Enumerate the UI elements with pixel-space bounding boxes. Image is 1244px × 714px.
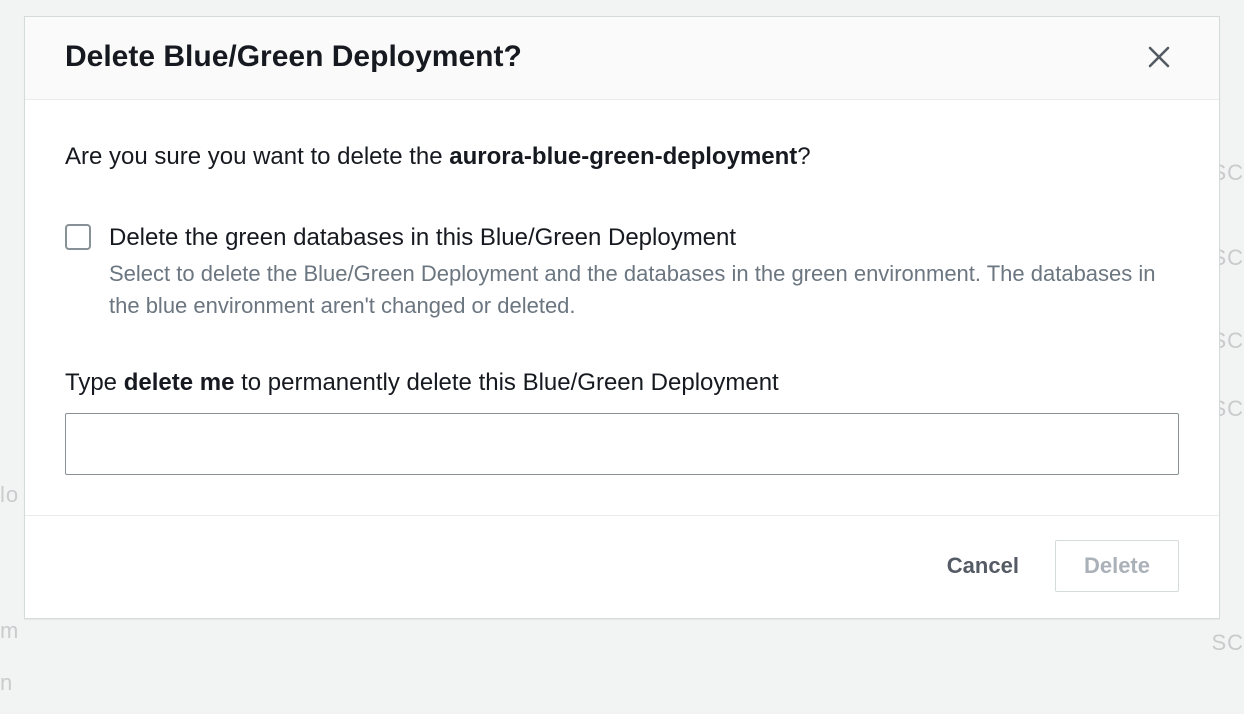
modal-header: Delete Blue/Green Deployment? xyxy=(25,17,1219,100)
cancel-button[interactable]: Cancel xyxy=(939,543,1027,589)
option-text: Delete the green databases in this Blue/… xyxy=(109,222,1179,322)
confirm-prefix: Are you sure you want to delete the xyxy=(65,143,449,170)
modal-body: Are you sure you want to delete the auro… xyxy=(25,100,1219,515)
confirm-phrase-input[interactable] xyxy=(65,413,1179,475)
type-phrase: delete me xyxy=(124,369,235,396)
modal-title: Delete Blue/Green Deployment? xyxy=(65,39,522,75)
deployment-name: aurora-blue-green-deployment xyxy=(449,143,797,170)
confirm-suffix: ? xyxy=(797,143,810,170)
close-icon xyxy=(1145,43,1173,71)
type-prompt-suffix: to permanently delete this Blue/Green De… xyxy=(234,369,778,396)
delete-green-checkbox[interactable] xyxy=(65,224,91,250)
modal-footer: Cancel Delete xyxy=(25,515,1219,618)
option-label: Delete the green databases in this Blue/… xyxy=(109,222,1179,254)
option-description: Select to delete the Blue/Green Deployme… xyxy=(109,258,1179,322)
delete-deployment-modal: Delete Blue/Green Deployment? Are you su… xyxy=(24,16,1220,619)
type-prompt-prefix: Type xyxy=(65,369,124,396)
close-button[interactable] xyxy=(1139,37,1179,77)
confirm-question: Are you sure you want to delete the auro… xyxy=(65,140,1179,174)
delete-button[interactable]: Delete xyxy=(1055,540,1179,592)
type-prompt: Type delete me to permanently delete thi… xyxy=(65,366,1179,400)
delete-green-option: Delete the green databases in this Blue/… xyxy=(65,222,1179,322)
